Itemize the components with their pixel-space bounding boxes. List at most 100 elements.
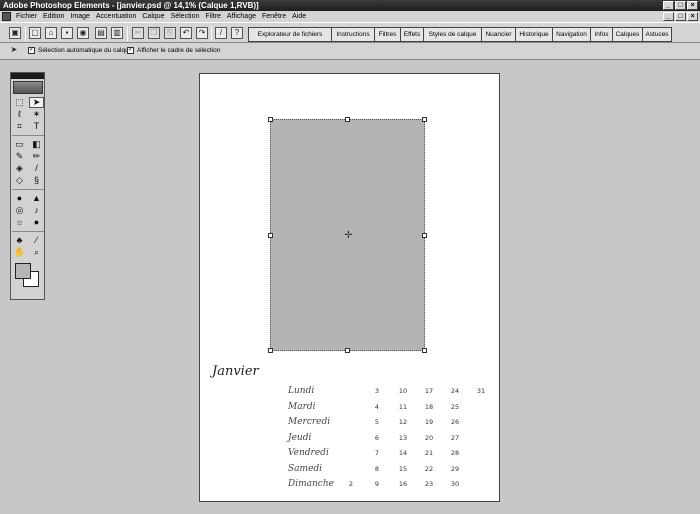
print-preview-icon[interactable]: ▥ bbox=[111, 27, 123, 39]
tab-instructions[interactable]: Instructions bbox=[331, 27, 374, 42]
transform-handle[interactable] bbox=[268, 117, 273, 122]
date-cell: 26 bbox=[450, 418, 460, 426]
menu-bar: Fichier Edition Image Accentuation Calqu… bbox=[0, 11, 700, 22]
menu-edition[interactable]: Edition bbox=[40, 11, 67, 22]
magic-wand-tool-icon[interactable]: ✶ bbox=[29, 109, 44, 120]
lasso-tool-icon[interactable]: ℓ bbox=[12, 109, 27, 120]
smudge-tool-icon[interactable]: ◇ bbox=[12, 175, 27, 186]
zoom-tool-icon[interactable]: ⌕ bbox=[29, 247, 44, 258]
tab-filtres[interactable]: Filtres bbox=[374, 27, 400, 42]
tab-infos[interactable]: Infos bbox=[590, 27, 612, 42]
date-cell: 8 bbox=[374, 464, 380, 473]
marquee-tool-icon[interactable]: ⬚ bbox=[12, 97, 27, 108]
blur-tool-icon[interactable]: ● bbox=[12, 193, 27, 204]
red-eye-tool-icon[interactable]: ☼ bbox=[12, 217, 27, 228]
date-cell: 17 bbox=[424, 387, 434, 395]
menu-filtre[interactable]: Filtre bbox=[202, 11, 224, 22]
document-canvas[interactable]: ✛ Janvier Lundi Mardi Mercredi Jeudi Ven… bbox=[199, 73, 500, 502]
date-cell: 31 bbox=[476, 387, 486, 395]
foreground-color-swatch[interactable] bbox=[15, 263, 31, 279]
color-wells bbox=[11, 263, 44, 293]
paste-icon[interactable]: ⎘ bbox=[164, 27, 176, 39]
save-icon[interactable]: ▪ bbox=[61, 27, 73, 39]
date-cell: 23 bbox=[424, 480, 434, 488]
minimize-button[interactable]: _ bbox=[663, 1, 674, 10]
date-cell bbox=[345, 400, 357, 416]
tab-navigation[interactable]: Navigation bbox=[552, 27, 590, 42]
document-icon[interactable] bbox=[2, 12, 11, 21]
hand-tool-icon[interactable]: ✋ bbox=[12, 247, 27, 258]
menu-selection[interactable]: Sélection bbox=[168, 11, 203, 22]
step-back-icon[interactable]: ↶ bbox=[180, 27, 192, 39]
type-tool-icon[interactable]: T bbox=[29, 121, 44, 132]
clone-stamp-tool-icon[interactable]: § bbox=[29, 175, 44, 186]
date-cell: 14 bbox=[398, 449, 408, 457]
copy-icon[interactable]: ❐ bbox=[148, 27, 160, 39]
tab-explorateur[interactable]: Explorateur de fichiers bbox=[248, 27, 331, 42]
date-cell: 24 bbox=[450, 387, 460, 395]
crop-tool-icon[interactable]: ⌗ bbox=[12, 121, 27, 132]
move-tool-preset-icon[interactable]: ➤ bbox=[8, 45, 20, 57]
doc-close-button[interactable]: × bbox=[687, 12, 698, 21]
burn-tool-icon[interactable]: ● bbox=[29, 217, 44, 228]
eraser-tool-icon[interactable]: / bbox=[29, 163, 44, 174]
menu-fichier[interactable]: Fichier bbox=[13, 11, 40, 22]
sharpen-tool-icon[interactable]: ▲ bbox=[29, 193, 44, 204]
auto-select-layer-checkbox[interactable]: ✓ bbox=[28, 47, 35, 54]
move-tool-icon[interactable]: ➤ bbox=[29, 97, 44, 108]
tab-calques[interactable]: Calques bbox=[612, 27, 642, 42]
menu-image[interactable]: Image bbox=[67, 11, 92, 22]
tab-effets[interactable]: Effets bbox=[400, 27, 423, 42]
selection-brush-tool-icon[interactable]: ♣ bbox=[12, 235, 27, 246]
transform-handle[interactable] bbox=[422, 233, 427, 238]
transform-handle[interactable] bbox=[345, 117, 350, 122]
close-button[interactable]: × bbox=[687, 1, 698, 10]
transform-handle[interactable] bbox=[268, 233, 273, 238]
maximize-button[interactable]: □ bbox=[675, 1, 686, 10]
pencil-tool-icon[interactable]: ✏ bbox=[29, 151, 44, 162]
transform-handle[interactable] bbox=[422, 348, 427, 353]
show-bounding-box-label: Afficher le cadre de sélection bbox=[137, 47, 221, 54]
tab-historique[interactable]: Historique bbox=[515, 27, 552, 42]
dodge-tool-icon[interactable]: ♪ bbox=[29, 205, 44, 216]
gradient-tool-icon[interactable]: ◧ bbox=[29, 139, 44, 150]
open-icon[interactable]: ⌂ bbox=[45, 27, 57, 39]
eyedropper-icon[interactable]: / bbox=[215, 27, 227, 39]
cut-icon[interactable]: ✂ bbox=[132, 27, 144, 39]
eyedropper-tool-icon[interactable]: ⁄ bbox=[29, 235, 44, 246]
transform-handle[interactable] bbox=[422, 117, 427, 122]
paint-bucket-tool-icon[interactable]: ◈ bbox=[12, 163, 27, 174]
transform-handle[interactable] bbox=[345, 348, 350, 353]
tab-nuancier[interactable]: Nuancier bbox=[481, 27, 515, 42]
help-icon[interactable]: ? bbox=[231, 27, 243, 39]
date-cell: 30 bbox=[450, 480, 460, 488]
sponge-tool-icon[interactable]: ◎ bbox=[12, 205, 27, 216]
date-cell: 2 bbox=[348, 480, 354, 488]
menu-calque[interactable]: Calque bbox=[139, 11, 167, 22]
doc-restore-button[interactable]: □ bbox=[675, 12, 686, 21]
tab-styles-de-calque[interactable]: Styles de calque bbox=[423, 27, 481, 42]
menu-aide[interactable]: Aide bbox=[289, 11, 309, 22]
date-cell bbox=[345, 384, 357, 400]
center-crosshair-icon: ✛ bbox=[344, 230, 353, 241]
menu-accentuation[interactable]: Accentuation bbox=[93, 11, 139, 22]
new-file-icon[interactable]: ▢ bbox=[29, 27, 41, 39]
save-web-icon[interactable]: ◉ bbox=[77, 27, 89, 39]
transform-handle[interactable] bbox=[268, 348, 273, 353]
menu-fenetre[interactable]: Fenêtre bbox=[259, 11, 289, 22]
step-forward-icon[interactable]: ↷ bbox=[196, 27, 208, 39]
show-bounding-box-checkbox[interactable]: ✓ bbox=[127, 47, 134, 54]
quick-fix-icon[interactable]: ▣ bbox=[9, 27, 21, 39]
toolbox-titlebar[interactable] bbox=[11, 73, 44, 79]
print-icon[interactable]: ▤ bbox=[95, 27, 107, 39]
brush-tool-icon[interactable]: ✎ bbox=[12, 151, 27, 162]
menu-affichage[interactable]: Affichage bbox=[224, 11, 259, 22]
toolbox-divider bbox=[12, 135, 44, 136]
photo-placeholder-layer[interactable]: ✛ bbox=[268, 117, 427, 353]
date-cell: 15 bbox=[398, 464, 408, 473]
calendar-week-column: 31 bbox=[475, 384, 487, 493]
calendar-day-names: Lundi Mardi Mercredi Jeudi Vendredi Same… bbox=[288, 384, 334, 493]
tab-astuces[interactable]: Astuces bbox=[642, 27, 672, 42]
shape-tool-icon[interactable]: ▭ bbox=[12, 139, 27, 150]
doc-minimize-button[interactable]: _ bbox=[663, 12, 674, 21]
